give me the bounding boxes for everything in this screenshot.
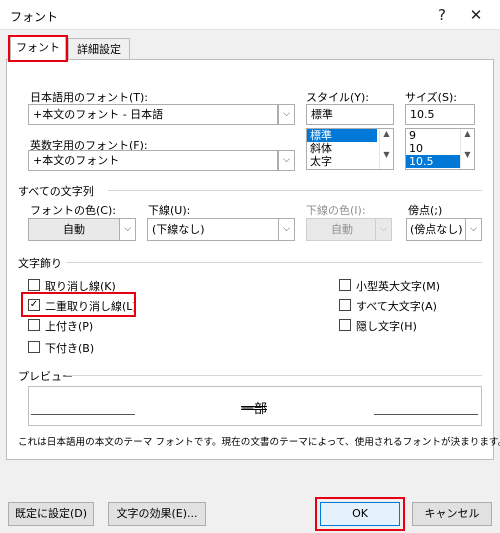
superscript-label: 上付き(P) bbox=[45, 320, 94, 333]
preview-section-title: プレビュー bbox=[18, 370, 73, 383]
set-default-button[interactable]: 既定に設定(D) bbox=[8, 502, 94, 526]
effects-section-title: 文字飾り bbox=[18, 257, 62, 270]
preview-box: 一部 bbox=[28, 386, 482, 426]
en-font-dropdown[interactable]: ⌵ bbox=[278, 150, 295, 171]
divider bbox=[66, 375, 482, 376]
ok-button-highlight bbox=[315, 497, 405, 531]
style-field[interactable]: 標準 bbox=[306, 104, 394, 125]
window-title: フォント bbox=[10, 10, 59, 24]
jp-font-label: 日本語用のフォント(T): bbox=[30, 91, 149, 104]
tab-advanced[interactable]: 詳細設定 bbox=[68, 38, 130, 60]
divider bbox=[66, 262, 482, 263]
emphasis-value: (傍点なし) bbox=[410, 223, 463, 236]
font-color-select[interactable]: 自動 ⌵ bbox=[28, 218, 136, 241]
preview-baseline-right bbox=[374, 414, 478, 415]
subscript-checkbox[interactable] bbox=[28, 341, 40, 353]
subscript-label: 下付き(B) bbox=[45, 342, 95, 355]
cancel-button[interactable]: キャンセル bbox=[412, 502, 492, 526]
small-caps-label: 小型英大文字(M) bbox=[356, 280, 441, 293]
superscript-checkbox[interactable] bbox=[28, 319, 40, 331]
text-effects-button[interactable]: 文字の効果(E)... bbox=[108, 502, 206, 526]
style-scrollbar[interactable]: ▲ ▼ bbox=[379, 129, 393, 169]
divider bbox=[108, 190, 482, 191]
arrow-up-icon: ▲ bbox=[464, 129, 471, 138]
font-color-label: フォントの色(C): bbox=[30, 204, 116, 217]
chevron-down-icon: ⌵ bbox=[119, 219, 135, 240]
size-label: サイズ(S): bbox=[405, 91, 457, 104]
help-button[interactable]: ? bbox=[428, 4, 456, 26]
underline-color-value: 自動 bbox=[331, 223, 353, 236]
arrow-down-icon: ▼ bbox=[464, 150, 471, 159]
arrow-up-icon: ▲ bbox=[383, 129, 390, 138]
underline-color-label: 下線の色(I): bbox=[306, 204, 366, 217]
style-label: スタイル(Y): bbox=[306, 91, 370, 104]
en-font-field[interactable]: +本文のフォント bbox=[28, 150, 278, 171]
double-strike-line-2 bbox=[241, 409, 268, 410]
double-strike-line-1 bbox=[241, 406, 268, 407]
all-caps-label: すべて大文字(A) bbox=[356, 300, 437, 313]
chevron-down-icon: ⌵ bbox=[375, 219, 391, 240]
arrow-down-icon: ▼ bbox=[383, 150, 390, 159]
emphasis-label: 傍点(;) bbox=[408, 204, 443, 217]
jp-font-field[interactable]: +本文のフォント - 日本語 bbox=[28, 104, 278, 125]
tab-advanced-label: 詳細設定 bbox=[77, 43, 121, 56]
preview-description: これは日本語用の本文のテーマ フォントです。現在の文書のテーマによって、使用され… bbox=[18, 437, 500, 448]
all-caps-checkbox[interactable] bbox=[339, 299, 351, 311]
underline-label: 下線(U): bbox=[148, 204, 191, 217]
hidden-checkbox[interactable] bbox=[339, 319, 351, 331]
chevron-down-icon: ⌵ bbox=[278, 219, 294, 240]
hidden-label: 隠し文字(H) bbox=[356, 320, 417, 333]
chevron-down-icon: ⌵ bbox=[465, 219, 481, 240]
style-option[interactable]: 標準 bbox=[307, 129, 377, 142]
font-color-value: 自動 bbox=[63, 223, 85, 236]
size-scrollbar[interactable]: ▲ ▼ bbox=[460, 129, 474, 169]
size-field[interactable]: 10.5 bbox=[405, 104, 475, 125]
emphasis-select[interactable]: (傍点なし) ⌵ bbox=[406, 218, 482, 241]
all-text-section-title: すべての文字列 bbox=[18, 185, 94, 198]
underline-value: (下線なし) bbox=[152, 223, 205, 236]
small-caps-checkbox[interactable] bbox=[339, 279, 351, 291]
strikethrough-checkbox[interactable] bbox=[28, 279, 40, 291]
close-button[interactable]: ✕ bbox=[462, 4, 490, 26]
preview-sample: 一部 bbox=[241, 398, 268, 417]
jp-font-dropdown[interactable]: ⌵ bbox=[278, 104, 295, 125]
chevron-down-icon: ⌵ bbox=[283, 109, 290, 119]
preview-baseline-left bbox=[31, 414, 135, 415]
double-strikethrough-highlight bbox=[21, 292, 136, 317]
tab-font-highlight bbox=[8, 35, 68, 62]
title-bar bbox=[0, 0, 500, 30]
underline-color-select: 自動 ⌵ bbox=[306, 218, 392, 241]
chevron-down-icon: ⌵ bbox=[283, 155, 290, 165]
size-option[interactable]: 10.5 bbox=[406, 155, 460, 168]
underline-select[interactable]: (下線なし) ⌵ bbox=[147, 218, 295, 241]
